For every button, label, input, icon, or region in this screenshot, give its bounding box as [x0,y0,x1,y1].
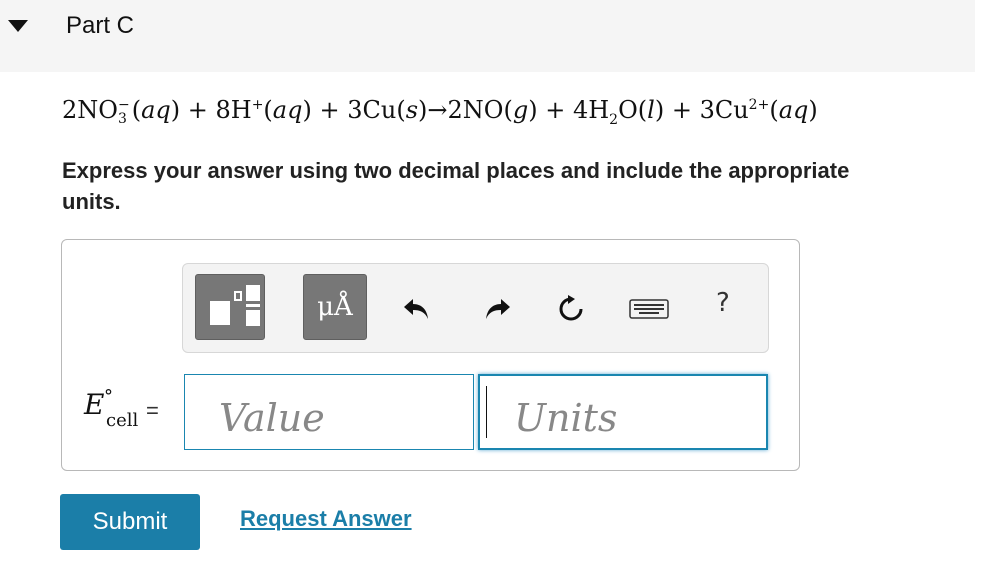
undo-icon[interactable] [399,291,435,327]
units-icon[interactable]: μÅ [303,274,367,340]
chemical-equation: 2NO −3 (aq) + 8H+(aq) + 3Cu(s)→2NO(g) + 4H… [62,96,818,128]
reset-icon[interactable] [553,291,589,327]
value-input[interactable] [184,374,474,450]
redo-icon[interactable] [479,291,515,327]
ecell-label: E ° cell [84,386,139,431]
caret-down-icon[interactable] [8,20,28,32]
request-answer-link[interactable]: Request Answer [240,506,412,532]
text-cursor [486,386,487,438]
submit-button[interactable]: Submit [60,494,200,550]
units-input[interactable] [478,374,768,450]
keyboard-icon[interactable] [627,291,671,327]
part-header[interactable]: Part C [0,0,975,72]
instruction-text: Express your answer using two decimal pl… [62,158,850,214]
templates-icon[interactable] [195,274,265,340]
part-title: Part C [66,12,135,39]
math-toolbar: μÅ ? [182,263,769,353]
equals-sign: = [146,398,159,423]
help-icon[interactable]: ? [716,288,730,318]
